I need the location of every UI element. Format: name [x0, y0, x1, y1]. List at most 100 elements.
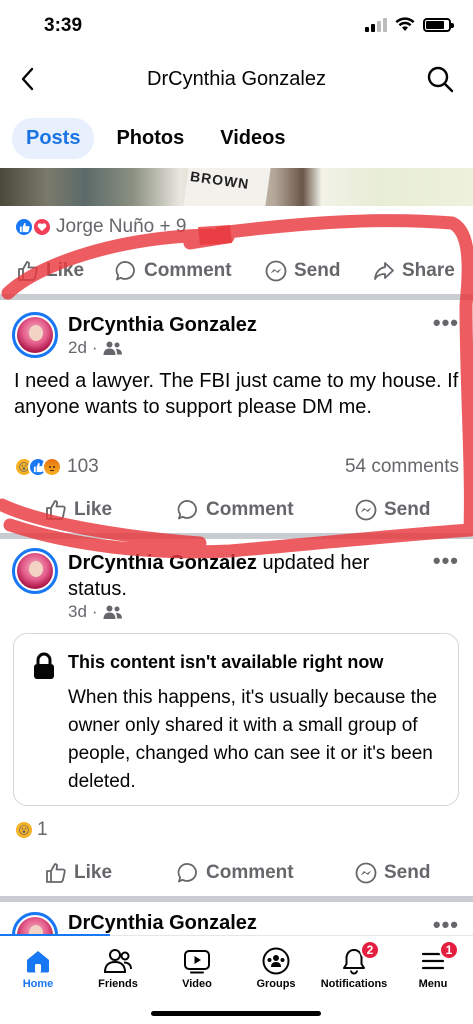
comment-button[interactable]: Comment	[114, 259, 232, 283]
like-label: Like	[74, 862, 113, 883]
nav-notifications[interactable]: 2 Notifications	[314, 940, 394, 990]
avatar[interactable]	[12, 548, 58, 594]
nav-video-label: Video	[182, 978, 212, 990]
nav-menu[interactable]: 1 Menu	[393, 940, 473, 990]
post-counts: 😮 1	[14, 819, 459, 841]
notification-badge: 2	[360, 940, 380, 960]
nav-groups[interactable]: Groups	[236, 944, 316, 990]
like-button[interactable]: Like	[44, 861, 112, 885]
post-author[interactable]: DrCynthia Gonzalez	[68, 912, 257, 935]
like-button[interactable]: Like	[44, 498, 112, 522]
profile-header: DrCynthia Gonzalez	[0, 52, 473, 108]
post-actions: Like Comment Send	[0, 853, 473, 893]
nav-notifications-label: Notifications	[320, 978, 388, 990]
post-author[interactable]: DrCynthia Gonzalez	[68, 552, 257, 574]
comment-icon	[115, 261, 135, 281]
reaction-summary[interactable]: 😮 1	[14, 819, 48, 841]
share-label: Share	[402, 260, 455, 281]
friends-audience-icon	[103, 605, 122, 619]
more-options-icon[interactable]: •••	[433, 548, 459, 574]
reaction-summary[interactable]: Jorge Nuño + 9	[14, 216, 186, 238]
send-button[interactable]: Send	[264, 259, 340, 283]
thumbs-up-icon	[46, 863, 66, 883]
post-time[interactable]: 3d	[68, 602, 87, 622]
profile-tabs: Posts Photos Videos	[12, 118, 299, 159]
nav-home-label: Home	[22, 978, 54, 990]
tab-photos[interactable]: Photos	[102, 118, 198, 159]
thumbs-up-icon	[18, 261, 38, 281]
messenger-icon	[355, 862, 377, 884]
share-button[interactable]: Share	[372, 259, 455, 283]
comment-label: Comment	[144, 260, 232, 281]
send-label: Send	[384, 862, 431, 883]
send-button[interactable]: Send	[354, 498, 430, 522]
reaction-count: 103	[67, 456, 99, 477]
post-meta: 2d ·	[68, 338, 123, 358]
wifi-icon	[395, 17, 415, 31]
post-author[interactable]: DrCynthia Gonzalez	[68, 314, 257, 337]
avatar[interactable]	[12, 312, 58, 358]
messenger-icon	[265, 260, 287, 282]
lock-icon	[34, 652, 54, 679]
post-counts: 😮 103 54 comments	[14, 456, 459, 478]
comment-button[interactable]: Comment	[176, 861, 294, 885]
share-icon	[374, 262, 394, 280]
send-label: Send	[384, 499, 431, 520]
menu-badge: 1	[439, 940, 459, 960]
nav-friends[interactable]: Friends	[78, 944, 158, 990]
comment-label: Comment	[206, 862, 294, 883]
like-button[interactable]: Like	[16, 259, 84, 283]
reaction-summary[interactable]: 😮 103	[14, 456, 99, 478]
home-indicator[interactable]	[151, 1011, 321, 1016]
post-photo[interactable]: BROWN	[0, 168, 473, 206]
comment-label: Comment	[206, 499, 294, 520]
post-actions: Like Comment Send Share	[0, 251, 473, 291]
status-icons	[365, 17, 454, 32]
friends-icon	[103, 949, 132, 973]
nav-menu-label: Menu	[418, 978, 448, 990]
separator-dot: ·	[91, 338, 98, 357]
post-actions: Like Comment Send	[0, 490, 473, 530]
reaction-count: 1	[37, 819, 48, 840]
reactor-names: Jorge Nuño + 9	[56, 216, 187, 237]
like-label: Like	[46, 260, 85, 281]
status-bar: 3:39	[0, 0, 473, 52]
comment-button[interactable]: Comment	[176, 498, 294, 522]
send-button[interactable]: Send	[354, 861, 430, 885]
comment-count[interactable]: 54 comments	[345, 456, 459, 478]
unavailable-title: This content isn't available right now	[68, 652, 384, 672]
comment-icon	[177, 863, 197, 883]
post-divider	[0, 294, 473, 300]
unavailable-content-card: This content isn't available right now W…	[13, 633, 459, 806]
love-reaction-icon	[32, 217, 52, 237]
friends-audience-icon	[103, 341, 122, 355]
angry-reaction-icon	[42, 457, 62, 477]
send-label: Send	[294, 260, 341, 281]
more-options-icon[interactable]: •••	[433, 310, 459, 336]
post-time[interactable]: 2d	[68, 338, 87, 358]
like-reaction-icon	[14, 217, 34, 237]
video-icon	[184, 950, 210, 974]
nav-groups-label: Groups	[256, 978, 296, 990]
post-author-line: DrCynthia Gonzalez updated her status.	[68, 550, 428, 602]
tab-videos[interactable]: Videos	[206, 118, 299, 159]
groups-icon	[262, 947, 290, 975]
messenger-icon	[355, 499, 377, 521]
post-text: I need a lawyer. The FBI just came to my…	[14, 370, 459, 418]
nav-home[interactable]: Home	[0, 944, 78, 990]
comment-icon	[177, 500, 197, 520]
search-icon[interactable]	[425, 64, 455, 94]
tab-posts[interactable]: Posts	[12, 118, 95, 159]
battery-icon	[423, 17, 454, 32]
wow-reaction-icon: 😮	[14, 820, 34, 840]
status-time: 3:39	[44, 15, 83, 36]
active-tab-indicator	[0, 934, 110, 936]
home-icon	[27, 951, 49, 973]
nav-video[interactable]: Video	[157, 944, 237, 990]
unavailable-body: When this happens, it's usually because …	[68, 687, 438, 792]
post-meta: 3d ·	[68, 602, 123, 622]
thumbs-up-icon	[46, 500, 66, 520]
page-title: DrCynthia Gonzalez	[147, 68, 326, 90]
cellular-signal-icon	[365, 17, 387, 32]
like-label: Like	[74, 499, 113, 520]
